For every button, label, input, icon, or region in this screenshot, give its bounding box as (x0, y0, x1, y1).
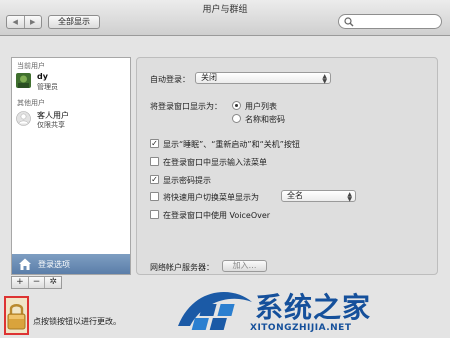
house-icon (19, 258, 31, 270)
checkbox-voiceover[interactable] (150, 210, 159, 219)
checkbox-password-hints-label: 显示密码提示 (163, 176, 211, 185)
toolbar: 用户与群组 ◀ ▶ 全部显示 (0, 0, 450, 36)
login-options-label: 登录选项 (38, 260, 70, 269)
select-arrows-icon: ▲ ▼ (347, 191, 352, 203)
current-users-header: 当前用户 (17, 62, 45, 70)
checkbox-show-buttons-label: 显示“睡眠”、“重新启动”和“关机”按钮 (163, 140, 300, 149)
auto-login-select[interactable]: 关闭 ▲ ▼ (195, 72, 331, 85)
checkbox-voiceover-label: 在登录窗口中使用 VoiceOver (163, 211, 271, 220)
back-button[interactable]: ◀ (7, 16, 24, 28)
radio-user-list[interactable] (232, 101, 241, 110)
search-input[interactable] (338, 14, 442, 29)
lock-button[interactable] (4, 296, 29, 335)
remove-user-button[interactable]: − (27, 277, 45, 288)
checkbox-password-hints[interactable]: ✓ (150, 175, 159, 184)
forward-button[interactable]: ▶ (23, 16, 42, 28)
user-role: 管理员 (37, 83, 58, 91)
checkbox-input-menu[interactable] (150, 157, 159, 166)
auto-login-label: 自动登录： (150, 75, 190, 84)
checkbox-fast-switch-label: 将快速用户切换菜单显示为 (163, 193, 259, 202)
logo-icon (178, 292, 252, 330)
fast-switch-select[interactable]: 全名 ▲ ▼ (281, 190, 356, 203)
user-name: dy (37, 72, 48, 81)
watermark-logo: 系统之家 XITONGZHIJIA.NET (160, 282, 450, 338)
login-options-item[interactable]: 登录选项 (12, 254, 130, 274)
join-button[interactable]: 加入… (222, 260, 267, 272)
lock-icon (7, 304, 26, 330)
nav-buttons: ◀ ▶ (6, 15, 42, 29)
user-role: 仅限共享 (37, 121, 65, 129)
avatar (16, 73, 31, 88)
select-arrows-icon: ▲ ▼ (322, 73, 327, 85)
watermark-url: XITONGZHIJIA.NET (250, 323, 352, 333)
sidebar-buttons: + − ✲ (11, 276, 62, 289)
checkbox-input-menu-label: 在登录窗口中显示输入法菜单 (163, 158, 267, 167)
add-user-button[interactable]: + (12, 277, 28, 288)
radio-name-password-label: 名称和密码 (245, 115, 285, 124)
radio-name-password[interactable] (232, 114, 241, 123)
user-row-dy[interactable]: dy 管理员 (12, 71, 130, 93)
radio-user-list-label: 用户列表 (245, 102, 277, 111)
gear-icon[interactable]: ✲ (44, 277, 61, 288)
other-users-header: 其他用户 (17, 99, 45, 107)
search-icon (344, 17, 354, 27)
watermark-text: 系统之家 (255, 291, 372, 324)
network-server-label: 网络帐户服务器： (150, 263, 214, 272)
user-list: 当前用户 dy 管理员 其他用户 客人用户 仅限共享 登录选项 (11, 57, 131, 275)
user-row-guest[interactable]: 客人用户 仅限共享 (12, 109, 130, 131)
checkbox-fast-switch[interactable] (150, 192, 159, 201)
show-all-button[interactable]: 全部显示 (48, 15, 100, 29)
guest-user-icon (16, 111, 31, 126)
checkbox-show-buttons[interactable]: ✓ (150, 139, 159, 148)
users-groups-window: 用户与群组 ◀ ▶ 全部显示 当前用户 dy 管理员 其他用户 客人用户 仅限共… (0, 0, 450, 338)
display-as-label: 将登录窗口显示为： (150, 102, 222, 111)
fast-switch-value: 全名 (287, 191, 303, 200)
auto-login-value: 关闭 (201, 73, 217, 82)
lock-hint-text: 点按锁按钮以进行更改。 (33, 317, 121, 326)
